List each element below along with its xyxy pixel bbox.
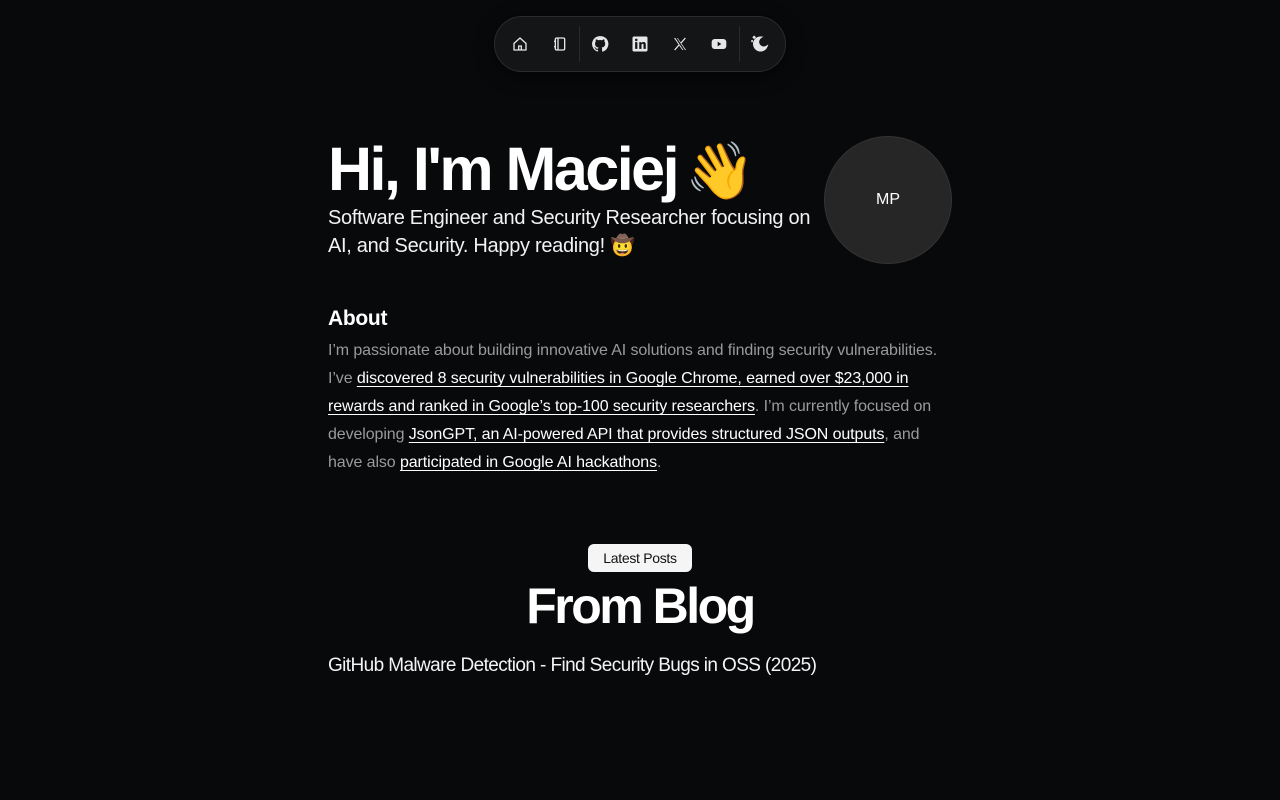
about-text-part: .	[656, 454, 662, 471]
notebook-icon[interactable]	[540, 24, 580, 64]
google-ai-hackathons-link[interactable]: participated in Google AI hackathons	[400, 454, 657, 471]
blog-title: From Blog	[526, 578, 756, 634]
theme-toggle-icon[interactable]	[740, 24, 780, 64]
about-heading: About	[328, 307, 388, 330]
waving-hand-emoji: 👋	[685, 139, 755, 202]
hero-subtitle: Software Engineer and Security Researche…	[328, 207, 811, 257]
youtube-icon[interactable]	[700, 24, 740, 64]
avatar-initials: MP	[876, 191, 900, 208]
hero-title-text: Hi, I'm Maciej	[328, 135, 680, 203]
avatar: MP	[824, 136, 952, 264]
hero-title: Hi, I'm Maciej 👋	[328, 134, 755, 206]
latest-posts-badge: Latest Posts	[588, 544, 692, 572]
x-twitter-icon[interactable]	[660, 24, 700, 64]
github-icon[interactable]	[580, 24, 620, 64]
about-text: I’m passionate about building innovative…	[328, 337, 956, 477]
home-icon[interactable]	[500, 24, 540, 64]
floating-dock	[494, 16, 786, 72]
jsongpt-link[interactable]: JsonGPT, an AI-powered API that provides…	[409, 426, 885, 443]
blog-post-link[interactable]: GitHub Malware Detection - Find Security…	[328, 654, 817, 678]
about-section: About I’m passionate about building inno…	[328, 305, 956, 477]
linkedin-icon[interactable]	[620, 24, 660, 64]
